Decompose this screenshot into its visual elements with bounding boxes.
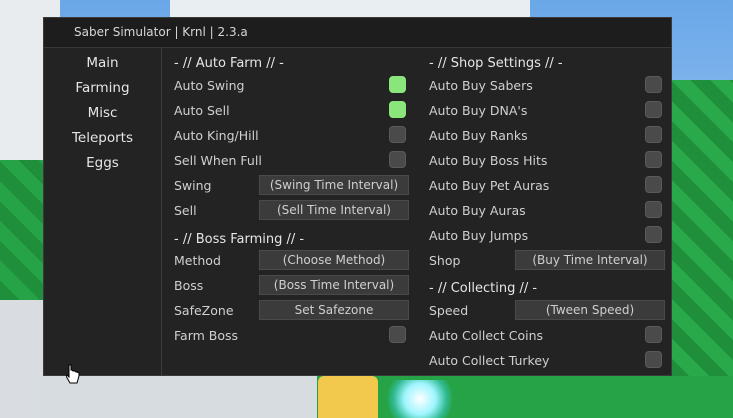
player-character: [318, 376, 378, 418]
boss-farming-header: - // Boss Farming // -: [174, 232, 305, 247]
auto-king-hill-toggle[interactable]: [389, 126, 406, 143]
sell-when-full-label: Sell When Full: [174, 153, 262, 168]
auto-buy-auras-label: Auto Buy Auras: [429, 203, 526, 218]
background-sign: [170, 0, 530, 18]
auto-sell-toggle[interactable]: [389, 101, 406, 118]
tween-speed-input[interactable]: (Tween Speed): [515, 300, 665, 320]
auto-swing-toggle[interactable]: [389, 76, 406, 93]
shop-settings-header: - // Shop Settings // -: [429, 56, 563, 71]
swing-interval-input[interactable]: (Swing Time Interval): [259, 175, 409, 195]
auto-collect-coins-label: Auto Collect Coins: [429, 328, 544, 343]
title-bar[interactable]: Saber Simulator | Krnl | 2.3.a: [44, 18, 671, 48]
auto-buy-sabers-toggle[interactable]: [645, 76, 662, 93]
tab-eggs[interactable]: Eggs: [44, 155, 161, 171]
auto-buy-boss-hits-label: Auto Buy Boss Hits: [429, 153, 548, 168]
tab-misc[interactable]: Misc: [44, 105, 161, 121]
auto-buy-jumps-toggle[interactable]: [645, 226, 662, 243]
sell-when-full-toggle[interactable]: [389, 151, 406, 168]
auto-swing-label: Auto Swing: [174, 78, 245, 93]
auto-king-hill-label: Auto King/Hill: [174, 128, 259, 143]
auto-farm-header: - // Auto Farm // -: [174, 56, 284, 71]
boss-interval-input[interactable]: (Boss Time Interval): [259, 275, 409, 295]
tab-sidebar: Main Farming Misc Teleports Eggs: [44, 48, 162, 375]
sell-label: Sell: [174, 203, 197, 218]
background-grass-right: [672, 80, 733, 418]
tab-farming[interactable]: Farming: [44, 80, 161, 96]
method-dropdown[interactable]: (Choose Method): [259, 250, 409, 270]
saber-glow: [380, 380, 460, 418]
auto-sell-label: Auto Sell: [174, 103, 230, 118]
farm-boss-label: Farm Boss: [174, 328, 239, 343]
auto-buy-sabers-label: Auto Buy Sabers: [429, 78, 533, 93]
method-label: Method: [174, 253, 221, 268]
buy-interval-input[interactable]: (Buy Time Interval): [515, 250, 665, 270]
collecting-header: - // Collecting // -: [429, 281, 538, 296]
boss-label: Boss: [174, 278, 204, 293]
auto-buy-dna-toggle[interactable]: [645, 101, 662, 118]
set-safezone-button[interactable]: Set Safezone: [259, 300, 409, 320]
sell-interval-input[interactable]: (Sell Time Interval): [259, 200, 409, 220]
safezone-label: SafeZone: [174, 303, 234, 318]
auto-buy-auras-toggle[interactable]: [645, 201, 662, 218]
mouse-cursor-icon: [66, 364, 80, 384]
tab-main[interactable]: Main: [44, 55, 161, 71]
swing-label: Swing: [174, 178, 212, 193]
auto-buy-boss-hits-toggle[interactable]: [645, 151, 662, 168]
tab-teleports[interactable]: Teleports: [44, 130, 161, 146]
farm-boss-toggle[interactable]: [389, 326, 406, 343]
script-hub-window: Saber Simulator | Krnl | 2.3.a Main Farm…: [43, 17, 672, 376]
auto-buy-dna-label: Auto Buy DNA's: [429, 103, 528, 118]
auto-buy-ranks-label: Auto Buy Ranks: [429, 128, 528, 143]
auto-buy-ranks-toggle[interactable]: [645, 126, 662, 143]
auto-buy-pet-auras-label: Auto Buy Pet Auras: [429, 178, 550, 193]
auto-buy-pet-auras-toggle[interactable]: [645, 176, 662, 193]
auto-collect-turkey-label: Auto Collect Turkey: [429, 353, 550, 368]
shop-label: Shop: [429, 253, 461, 268]
auto-buy-jumps-label: Auto Buy Jumps: [429, 228, 529, 243]
speed-label: Speed: [429, 303, 469, 318]
window-title: Saber Simulator | Krnl | 2.3.a: [74, 25, 248, 39]
auto-collect-coins-toggle[interactable]: [645, 326, 662, 343]
auto-collect-turkey-toggle[interactable]: [645, 351, 662, 368]
